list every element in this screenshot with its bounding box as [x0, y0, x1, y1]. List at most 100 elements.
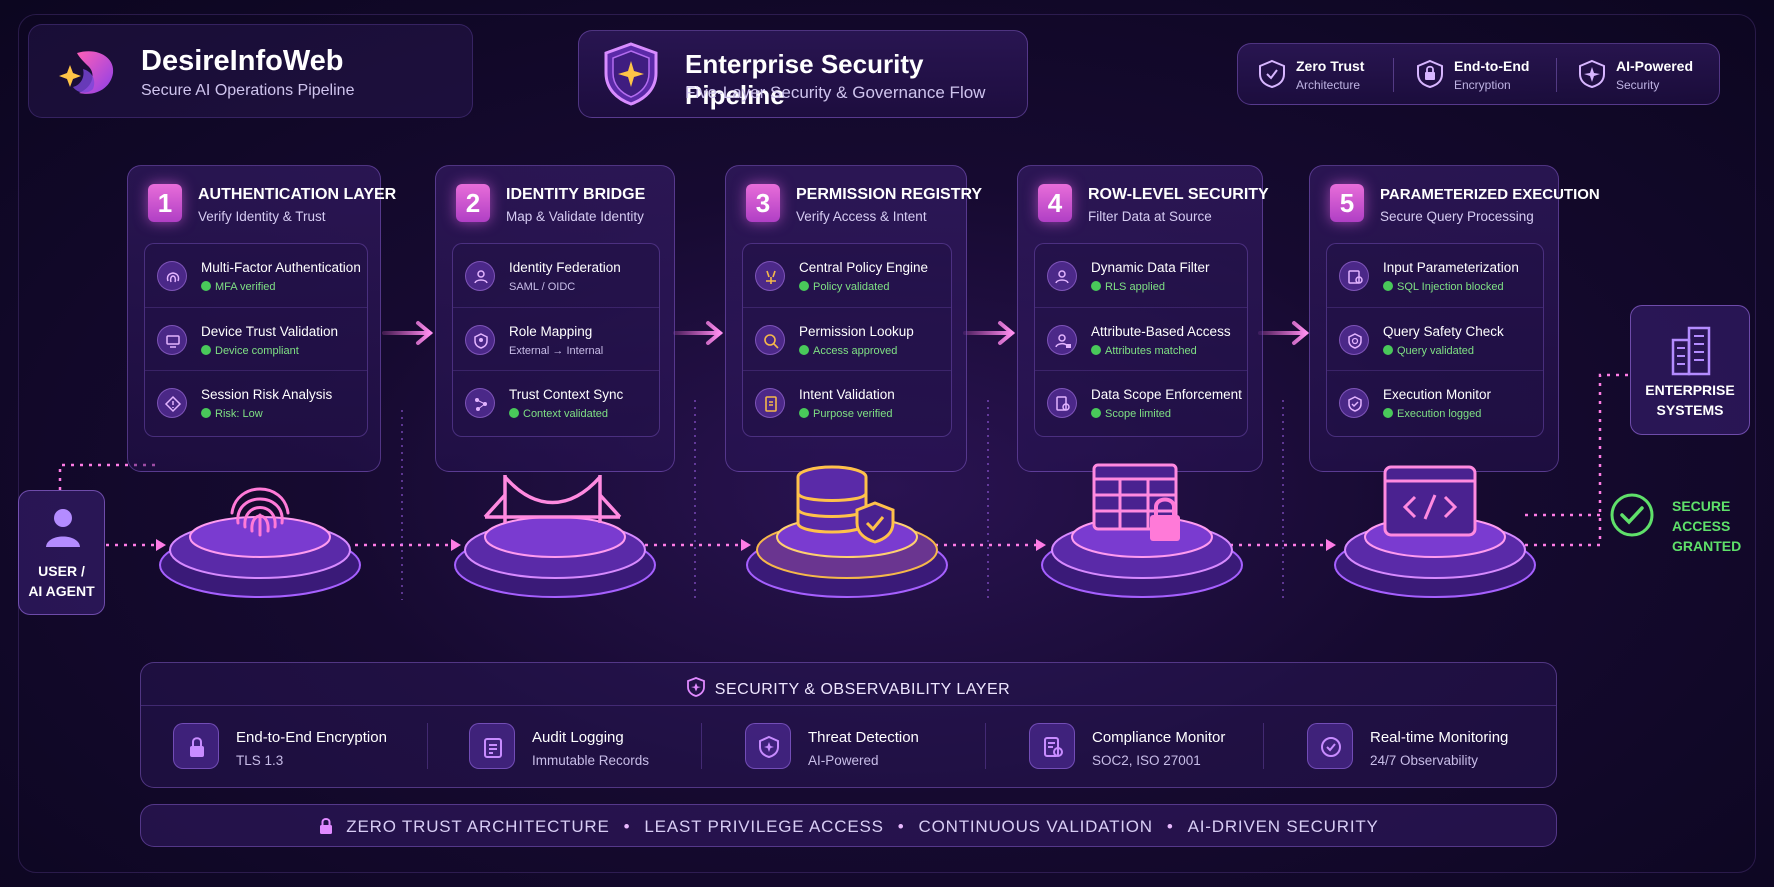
- layer-number: 3: [746, 184, 780, 222]
- item-title: Multi-Factor Authentication: [201, 260, 361, 275]
- feature-title: End-to-End Encryption: [236, 729, 387, 746]
- lock-icon: [173, 723, 219, 769]
- code-platform: [1334, 465, 1536, 598]
- item-status: SQL Injection blocked: [1383, 281, 1504, 293]
- list-item[interactable]: Identity Federation SAML / OIDC: [453, 244, 659, 307]
- feature-title: Real-time Monitoring: [1370, 729, 1509, 746]
- item-title: Dynamic Data Filter: [1091, 260, 1210, 275]
- list-item[interactable]: Intent Validation Purpose verified: [743, 370, 951, 433]
- layer-number: 5: [1330, 184, 1364, 222]
- shield-lock-icon: [1417, 59, 1443, 89]
- list-item[interactable]: Central Policy Engine Policy validated: [743, 244, 951, 307]
- database-platform: [746, 465, 948, 598]
- layer-card-row-level-security[interactable]: 4 ROW-LEVEL SECURITY Filter Data at Sour…: [1017, 165, 1269, 472]
- user-lock-icon: [1047, 325, 1077, 355]
- check-icon: [799, 281, 809, 291]
- feature-sub: 24/7 Observability: [1370, 753, 1479, 768]
- user-icon: [46, 509, 80, 547]
- feature-threat-detection: Threat Detection AI-Powered: [713, 723, 973, 773]
- layer-title: AUTHENTICATION LAYER: [198, 186, 397, 203]
- layer-card-permission-registry[interactable]: 3 PERMISSION REGISTRY Verify Access & In…: [725, 165, 982, 472]
- item-status: Policy validated: [799, 281, 889, 293]
- badge-divider: [1393, 58, 1394, 92]
- check-icon: [201, 345, 211, 355]
- item-status: Access approved: [799, 345, 897, 357]
- enterprise-label-line1: ENTERPRISE: [1645, 382, 1735, 398]
- filter-icon: [1047, 261, 1077, 291]
- list-item[interactable]: Input Parameterization SQL Injection blo…: [1327, 244, 1543, 307]
- policy-icon: [755, 261, 785, 291]
- list-item[interactable]: Device Trust Validation Device compliant: [145, 307, 367, 370]
- table-lock-platform: [1041, 463, 1243, 598]
- layer-items: Input Parameterization SQL Injection blo…: [1326, 243, 1544, 437]
- item-status: Attributes matched: [1091, 345, 1197, 357]
- divider: [701, 723, 702, 769]
- item-title: Attribute-Based Access: [1091, 324, 1231, 339]
- item-title: Data Scope Enforcement: [1091, 387, 1242, 402]
- check-icon: [1091, 281, 1101, 291]
- shield-star-icon: [604, 42, 658, 106]
- brand-name: DesireInfoWeb: [141, 45, 344, 77]
- feature-sub: TLS 1.3: [236, 753, 284, 768]
- item-title: Device Trust Validation: [201, 324, 339, 339]
- item-title: Permission Lookup: [799, 324, 914, 339]
- item-status: Scope limited: [1091, 408, 1171, 420]
- list-item[interactable]: Role Mapping External → Internal: [453, 307, 659, 370]
- badge-end-to-end: End-to-End Encryption: [1396, 44, 1546, 106]
- item-title: Role Mapping: [509, 324, 593, 339]
- feature-realtime-monitoring: Real-time Monitoring 24/7 Observability: [1275, 723, 1535, 773]
- list-item[interactable]: Execution Monitor Execution logged: [1327, 370, 1543, 433]
- item-status: External → Internal: [509, 345, 604, 357]
- item-title: Execution Monitor: [1383, 387, 1492, 402]
- layer-card-authentication[interactable]: 1 AUTHENTICATION LAYER Verify Identity &…: [127, 165, 396, 472]
- secure-access-granted-label: SECURE ACCESS GRANTED: [1672, 498, 1742, 554]
- list-item[interactable]: Multi-Factor Authentication MFA verified: [145, 244, 367, 307]
- list-item[interactable]: Attribute-Based Access Attributes matche…: [1035, 307, 1247, 370]
- list-item[interactable]: Data Scope Enforcement Scope limited: [1035, 370, 1247, 433]
- list-item[interactable]: Query Safety Check Query validated: [1327, 307, 1543, 370]
- fingerprint-platform: [159, 487, 361, 598]
- check-circle-icon: [1610, 493, 1654, 537]
- item-title: Input Parameterization: [1383, 260, 1519, 275]
- brand-tagline: Secure AI Operations Pipeline: [141, 82, 355, 99]
- layer-card-parameterized-execution[interactable]: 5 PARAMETERIZED EXECUTION Secure Query P…: [1309, 165, 1600, 472]
- principles-row: ZERO TRUST ARCHITECTURE • LEAST PRIVILEGE …: [141, 817, 1556, 837]
- divider: [141, 705, 1556, 706]
- list-item[interactable]: Dynamic Data Filter RLS applied: [1035, 244, 1247, 307]
- layer-subtitle: Filter Data at Source: [1088, 209, 1212, 224]
- layer-title: PERMISSION REGISTRY: [796, 186, 983, 203]
- check-icon: [1383, 345, 1393, 355]
- feature-sub: Immutable Records: [532, 753, 650, 768]
- clock-icon: [1307, 723, 1353, 769]
- check-icon: [201, 408, 211, 418]
- principle-continuous-validation: CONTINUOUS VALIDATION: [918, 817, 1153, 836]
- badge-divider: [1556, 58, 1557, 92]
- feature-sub: AI-Powered: [808, 753, 879, 768]
- layer-number: 1: [148, 184, 182, 222]
- layer-card-identity-bridge[interactable]: 2 IDENTITY BRIDGE Map & Validate Identit…: [435, 165, 675, 472]
- principles-bar: ZERO TRUST ARCHITECTURE • LEAST PRIVILEGE …: [140, 804, 1557, 847]
- layer-number: 2: [456, 184, 490, 222]
- list-item[interactable]: Session Risk Analysis Risk: Low: [145, 370, 367, 433]
- enterprise-systems-node[interactable]: ENTERPRISE SYSTEMS: [1630, 305, 1750, 435]
- layer-subtitle: Verify Identity & Trust: [198, 209, 326, 224]
- brand-panel: DesireInfoWeb Secure AI Operations Pipel…: [28, 24, 473, 118]
- user-agent-node[interactable]: USER / AI AGENT: [18, 490, 105, 615]
- feature-title: Threat Detection: [808, 729, 919, 746]
- principle-zero-trust: ZERO TRUST ARCHITECTURE: [346, 817, 610, 836]
- bridge-platform: [454, 475, 656, 598]
- list-item[interactable]: Trust Context Sync Context validated: [453, 370, 659, 433]
- title-panel: Enterprise Security Pipeline Five-Layer …: [578, 30, 1028, 118]
- check-icon: [799, 408, 809, 418]
- feature-badges: Zero Trust Architecture End-to-End Encry…: [1237, 43, 1720, 105]
- shield-check-icon: [855, 501, 895, 544]
- layer-subtitle: Map & Validate Identity: [506, 209, 644, 224]
- item-status: RLS applied: [1091, 281, 1165, 293]
- shield-star-icon: [1579, 59, 1605, 89]
- list-item[interactable]: Permission Lookup Access approved: [743, 307, 951, 370]
- layer-title: PARAMETERIZED EXECUTION: [1380, 186, 1600, 203]
- layer-items: Central Policy Engine Policy validated P…: [742, 243, 952, 437]
- layer-title: IDENTITY BRIDGE: [506, 186, 646, 203]
- clipboard-icon: [469, 723, 515, 769]
- principle-least-privilege: LEAST PRIVILEGE ACCESS: [644, 817, 884, 836]
